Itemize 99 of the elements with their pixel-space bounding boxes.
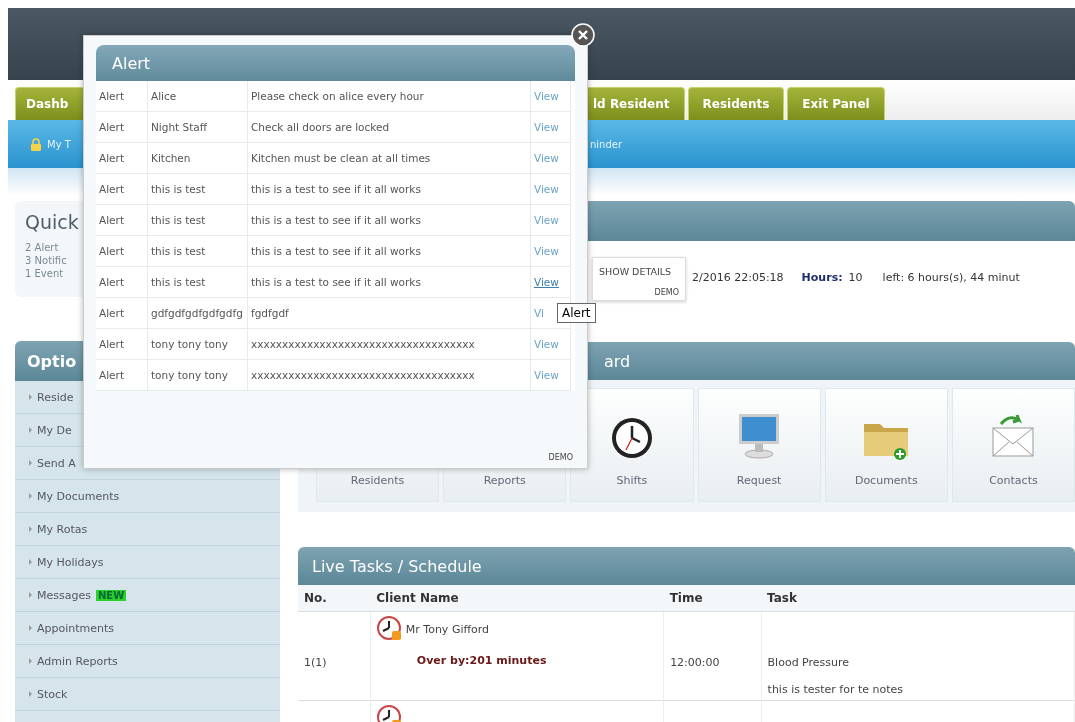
task-notes: this is tester for te notes <box>767 683 904 696</box>
view-link[interactable]: Vi <box>534 307 544 319</box>
column-header: Task <box>761 585 1075 612</box>
close-icon[interactable] <box>571 23 595 47</box>
nav-link[interactable]: My T <box>47 138 71 150</box>
table-cell: Alert <box>99 90 124 102</box>
table-cell: Alert <box>99 245 124 257</box>
table-cell: Alert <box>99 152 124 164</box>
menu-item[interactable]: Admin Reports <box>37 654 118 668</box>
table-cell: Alert <box>99 214 124 226</box>
table-cell: this is a test to see if it all works <box>251 214 421 226</box>
new-badge: NEW <box>95 589 127 601</box>
clock-icon <box>609 416 654 460</box>
bullet-icon <box>29 460 32 466</box>
table-cell: this is test <box>151 245 206 257</box>
table-cell: tony tony tony <box>151 338 228 350</box>
view-link[interactable]: View <box>534 121 559 133</box>
bullet-icon <box>29 493 32 499</box>
bullet-icon <box>29 526 32 532</box>
table-cell: this is a test to see if it all works <box>251 276 421 288</box>
view-link[interactable]: View <box>534 214 559 226</box>
menu-item[interactable]: Reside <box>37 390 74 404</box>
time-left-text: left: 6 hours(s), 44 minut <box>882 270 1020 284</box>
bullet-icon <box>29 427 32 433</box>
nav-tab[interactable]: Residents <box>687 87 785 120</box>
dialog-title: Alert <box>112 53 151 73</box>
table-cell: tony tony tony <box>151 369 228 381</box>
view-link[interactable]: View <box>534 369 559 381</box>
table-cell: xxxxxxxxxxxxxxxxxxxxxxxxxxxxxxxxxxxx <box>251 338 475 350</box>
view-link[interactable]: View <box>534 90 559 102</box>
bullet-icon <box>29 559 32 565</box>
dashboard-tile[interactable]: Documents <box>824 388 948 502</box>
tooltip-text: SHOW DETAILS <box>599 266 672 277</box>
panel-title: Live Tasks / Schedule <box>312 556 482 576</box>
table-cell: Alice <box>151 90 177 102</box>
table-cell: fgdfgdf <box>251 307 289 319</box>
menu-item[interactable]: My De <box>37 423 72 437</box>
view-link[interactable]: View <box>534 183 559 195</box>
demo-label: DEMO <box>654 288 679 297</box>
date-text: 2/2016 22:05:18 <box>692 270 784 284</box>
column-header: No. <box>298 585 371 612</box>
menu-item[interactable]: Stock <box>37 687 68 701</box>
bullet-icon <box>29 592 32 598</box>
column-header: Client Name <box>370 585 664 612</box>
menu-item[interactable]: My Holidays <box>37 555 104 569</box>
client-name: Mr Tony Gifford <box>405 622 490 636</box>
menu-item[interactable]: Send A <box>37 456 76 470</box>
dashboard-tile[interactable]: Contacts <box>951 388 1075 502</box>
panel-title: Optio <box>27 351 77 371</box>
demo-label: DEMO <box>548 453 573 462</box>
quick-link[interactable]: 3 Notific <box>25 254 67 267</box>
table-cell: 12:00:00 <box>670 656 720 669</box>
menu-item[interactable]: Messages <box>37 588 91 602</box>
table-cell: this is a test to see if it all works <box>251 245 421 257</box>
bullet-icon <box>29 658 32 664</box>
view-link[interactable]: View <box>534 276 559 288</box>
task-name: Blood Pressure <box>767 656 850 669</box>
view-link[interactable]: View <box>534 152 559 164</box>
menu-item[interactable]: My Documents <box>37 489 120 503</box>
nav-tab[interactable]: Exit Panel <box>787 87 885 120</box>
table-cell: Alert <box>99 307 124 319</box>
table-cell: this is test <box>151 183 206 195</box>
panel-title: Quick <box>25 211 79 233</box>
bullet-icon <box>29 625 32 631</box>
table-cell: 1(1) <box>304 656 327 669</box>
table-cell: Alert <box>99 183 124 195</box>
table-cell: this is test <box>151 214 206 226</box>
table-cell: this is test <box>151 276 206 288</box>
clock-icon <box>376 616 403 642</box>
nav-link[interactable]: ninder <box>590 138 623 150</box>
tooltip: Alert <box>557 303 596 323</box>
dashboard-tile[interactable]: Request <box>697 388 821 502</box>
table-cell: gdfgdfgdfgdfgdfg <box>151 307 243 319</box>
table-cell: Check all doors are locked <box>251 121 390 133</box>
quick-link[interactable]: 2 Alert <box>25 241 59 254</box>
table-cell: Kitchen <box>151 152 191 164</box>
overdue-text: Over by:201 minutes <box>416 654 547 667</box>
hours-label: Hours: <box>801 270 843 284</box>
quick-link[interactable]: 1 Event <box>25 267 64 280</box>
table-cell: Alert <box>99 276 124 288</box>
bullet-icon <box>29 394 32 400</box>
bullet-icon <box>29 691 32 697</box>
table-cell: xxxxxxxxxxxxxxxxxxxxxxxxxxxxxxxxxxxx <box>251 369 475 381</box>
table-cell: Alert <box>99 121 124 133</box>
nav-tab[interactable]: Dashb <box>15 87 85 120</box>
view-link[interactable]: View <box>534 245 559 257</box>
table-cell: Please check on alice every hour <box>251 90 424 102</box>
table-cell: Kitchen must be clean at all times <box>251 152 431 164</box>
menu-item[interactable]: Appointments <box>37 621 115 635</box>
table-cell: this is a test to see if it all works <box>251 183 421 195</box>
table-cell: Alert <box>99 338 124 350</box>
menu-item[interactable]: My Rotas <box>37 522 88 536</box>
lock-icon <box>30 137 42 151</box>
table-cell: Alert <box>99 369 124 381</box>
view-link[interactable]: View <box>534 338 559 350</box>
table-cell: Night Staff <box>151 121 207 133</box>
column-header: Time <box>663 585 762 612</box>
hours-value: 10 <box>848 270 863 284</box>
panel-title: ard <box>604 351 631 371</box>
